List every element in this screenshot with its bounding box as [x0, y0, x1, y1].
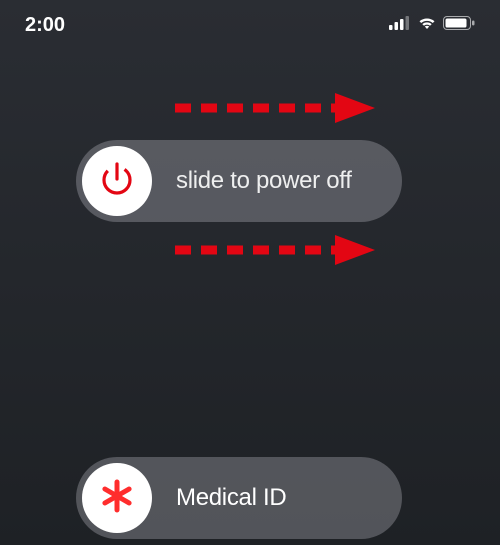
power-slider-label: slide to power off [176, 167, 352, 195]
status-bar: 2:00 [0, 0, 500, 50]
time-label: 2:00 [25, 14, 65, 37]
medical-knob[interactable] [82, 463, 152, 533]
status-icons [389, 16, 475, 35]
medical-slider-label: Medical ID [176, 484, 286, 512]
asterisk-icon [97, 476, 137, 521]
medical-id-slider[interactable]: Medical ID [76, 457, 402, 539]
power-off-slider[interactable]: slide to power off [76, 140, 402, 222]
power-icon [98, 160, 136, 203]
annotation-arrow-bottom [175, 235, 375, 265]
wifi-icon [417, 16, 437, 35]
battery-icon [443, 16, 475, 35]
power-knob[interactable] [82, 146, 152, 216]
annotation-arrow-top [175, 93, 375, 123]
signal-icon [389, 16, 411, 35]
